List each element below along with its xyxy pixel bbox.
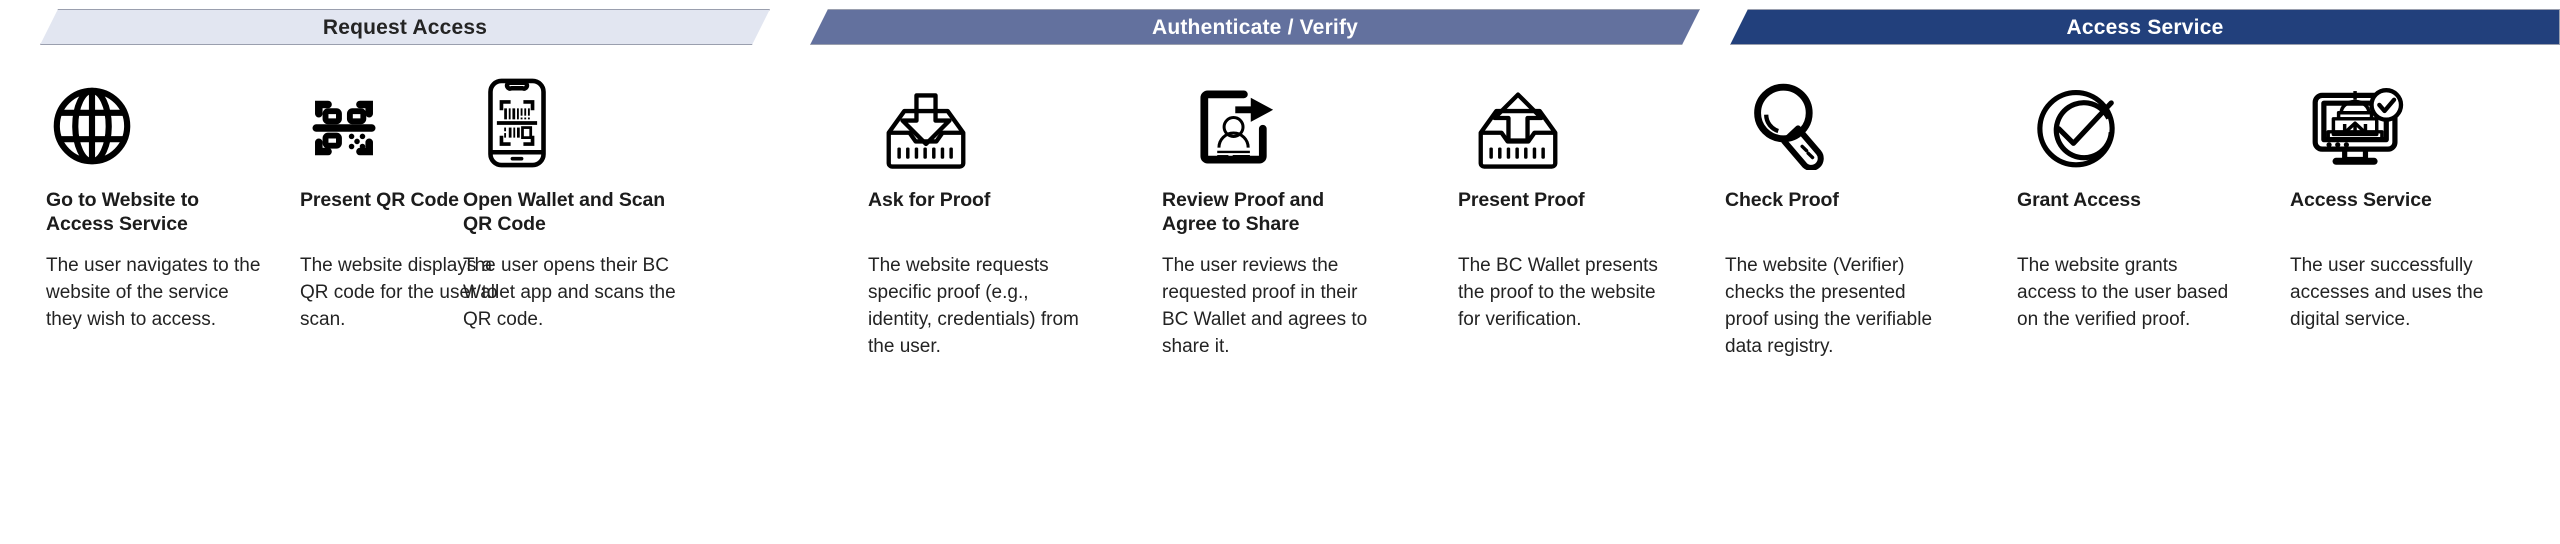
step-description: The user opens their BC Wallet app and s… [463,255,676,330]
phase-banner-label: Access Service [2066,15,2224,39]
step-description: The website (Verifier) checks the presen… [1725,255,1933,357]
step-title: Check Proof [1725,189,1839,211]
step-description: The user reviews the requested proof in … [1162,255,1368,357]
monitor-government-verified-icon [2310,78,2414,170]
phase-banner-label: Request Access [322,15,488,39]
phase-banner-request-access: Request Access [40,9,770,45]
magnifier-icon [1749,80,1835,170]
id-card-share-icon [1194,84,1280,170]
qr-code-icon [302,86,386,170]
step-card: Present Proof The BC Wallet presents the… [1458,60,1673,334]
step-icon-container [1458,60,1673,170]
step-card: Go to Website to Access Service The user… [46,60,261,334]
check-circle-icon [2033,84,2119,170]
outbox-upload-icon [1470,92,1566,170]
globe-icon [48,82,136,170]
phase-banner-row: Request Access Authenticate / Verify Acc… [0,9,2560,45]
step-card: Grant Access The website grants access t… [2017,60,2232,334]
step-title: Grant Access [2017,189,2141,211]
step-description: The user successfully accesses and uses … [2290,255,2484,330]
step-icon-container [2017,60,2232,170]
step-icon-container [1162,60,1377,170]
phase-banner-access-service: Access Service [1730,9,2560,45]
step-title: Open Wallet and Scan QR Code [463,189,666,235]
step-icon-container [463,60,678,170]
step-title: Go to Website to Access Service [46,189,199,235]
phase-banner-authenticate-verify: Authenticate / Verify [810,9,1700,45]
step-icon-container [1725,60,1940,170]
step-icon-container [46,60,261,170]
step-list: Go to Website to Access Service The user… [0,60,2560,544]
step-description: The website grants access to the user ba… [2017,255,2229,330]
step-description: The BC Wallet presents the proof to the … [1458,255,1658,330]
inbox-download-icon [878,92,974,170]
step-title: Review Proof and Agree to Share [1162,189,1325,235]
phase-banner-label: Authenticate / Verify [1151,15,1359,39]
step-card: Open Wallet and Scan QR Code The user op… [463,60,678,334]
step-icon-container [2290,60,2505,170]
step-title: Access Service [2290,189,2432,211]
step-card: Access Service The user successfully acc… [2290,60,2505,334]
step-title: Present Proof [1458,189,1585,211]
step-title: Ask for Proof [868,189,991,211]
step-card: Check Proof The website (Verifier) check… [1725,60,1940,361]
process-flow-diagram: Request Access Authenticate / Verify Acc… [0,0,2560,544]
step-icon-container [868,60,1083,170]
step-description: The user navigates to the website of the… [46,255,261,330]
step-card: Review Proof and Agree to Share The user… [1162,60,1377,361]
step-card: Ask for Proof The website requests speci… [868,60,1083,361]
phone-scan-qr-icon [485,76,549,170]
step-description: The website requests specific proof (e.g… [868,255,1079,357]
